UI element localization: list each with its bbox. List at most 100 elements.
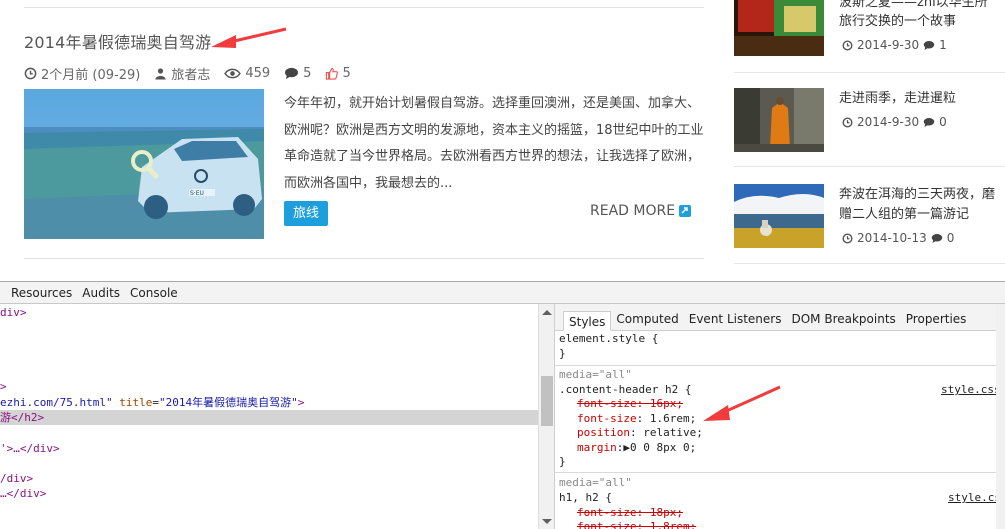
dom-line[interactable]: …</div> bbox=[0, 486, 46, 501]
selected-node-highlight bbox=[0, 410, 538, 425]
clock-icon bbox=[842, 232, 853, 244]
tab-audits[interactable]: Audits bbox=[77, 286, 125, 300]
post-date-text: 2个月前 (09-29) bbox=[41, 68, 141, 83]
styles-scrollbar[interactable] bbox=[996, 304, 1005, 529]
screen: 2014年暑假德瑞奥自驾游 2个月前 (09-29) 旅者志 459 5 5 S… bbox=[0, 0, 1005, 529]
post-likes[interactable]: 5 bbox=[325, 66, 351, 81]
sidebar-post-1-comments: 1 bbox=[939, 38, 947, 52]
tab-computed[interactable]: Computed bbox=[611, 309, 683, 329]
rule-selector[interactable]: h1, h2 { bbox=[559, 491, 612, 506]
elements-tree: div> > ezhi.com/75.html" title="2014年暑假德… bbox=[0, 304, 538, 529]
sidebar-post-3-thumbnail[interactable] bbox=[734, 184, 824, 248]
dom-line[interactable]: ezhi.com/75.html" title="2014年暑假德瑞奥自驾游"> bbox=[0, 395, 304, 410]
css-property[interactable]: margin:▶0 0 8px 0; bbox=[577, 441, 696, 456]
divider bbox=[734, 72, 1005, 73]
divider bbox=[24, 7, 704, 8]
dom-line-selected[interactable]: 游</h2> bbox=[0, 410, 44, 425]
category-tag[interactable]: 旅线 bbox=[284, 201, 328, 226]
comment-icon bbox=[285, 67, 299, 80]
scroll-down-icon[interactable] bbox=[542, 519, 552, 524]
post-comments[interactable]: 5 bbox=[284, 66, 311, 81]
sidebar-post-2[interactable]: 走进雨季，走进暹粒 2014-9-30 0 bbox=[734, 88, 1005, 154]
sidebar-post-3-title-line2[interactable]: 赠二人组的第一篇游记 bbox=[839, 204, 1005, 226]
sidebar-post-3-date: 2014-10-13 bbox=[857, 231, 927, 245]
post-meta: 2个月前 (09-29) 旅者志 459 5 5 bbox=[24, 64, 365, 83]
user-icon bbox=[155, 68, 166, 80]
eye-icon bbox=[224, 68, 242, 79]
sidebar-post-2-comments: 0 bbox=[939, 115, 947, 129]
post-thumbnail[interactable]: S·EU bbox=[24, 89, 264, 239]
media-label: media="all" bbox=[559, 368, 632, 381]
elements-scrollbar[interactable] bbox=[538, 304, 555, 529]
clock-icon bbox=[842, 116, 853, 128]
attr-name: title bbox=[119, 396, 153, 409]
post-title[interactable]: 2014年暑假德瑞奥自驾游 bbox=[24, 29, 211, 53]
sidebar-post-3-title-line1[interactable]: 奔波在洱海的三天两夜，磨 bbox=[839, 184, 1005, 206]
tab-properties[interactable]: Properties bbox=[901, 309, 972, 329]
sidebar-post-3-comments: 0 bbox=[946, 231, 955, 245]
sidebar-post-2-meta: 2014-9-30 0 bbox=[842, 115, 947, 129]
post-author-text: 旅者志 bbox=[171, 68, 211, 83]
sidebar-post-1[interactable]: 波斯之夏——zhī以华生所 旅行交换的一个故事 2014-9-30 1 bbox=[734, 0, 1005, 72]
post-comments-text: 5 bbox=[303, 66, 312, 81]
tab-console[interactable]: Console bbox=[125, 286, 183, 300]
sidebar-post-1-date: 2014-9-30 bbox=[857, 38, 920, 52]
divider bbox=[555, 365, 1005, 366]
devtools-toolbar: Resources Audits Console bbox=[0, 282, 1005, 304]
rule-selector[interactable]: .content-header h2 { bbox=[559, 383, 691, 398]
thumbs-up-icon bbox=[326, 67, 339, 80]
comment-icon bbox=[931, 233, 942, 243]
sidebar-post-1-thumbnail[interactable] bbox=[734, 0, 824, 56]
divider bbox=[734, 263, 1005, 264]
dom-line[interactable]: /div> bbox=[0, 471, 33, 486]
divider bbox=[24, 258, 704, 259]
read-more-label: READ MORE bbox=[590, 203, 676, 219]
annotation-arrow bbox=[211, 27, 287, 48]
sidebar-post-2-thumbnail[interactable] bbox=[734, 88, 824, 152]
divider bbox=[555, 472, 1005, 473]
css-property-overridden[interactable]: font-size: 1.8rem; bbox=[577, 520, 696, 529]
tab-event-listeners[interactable]: Event Listeners bbox=[684, 309, 787, 329]
tab-dom-breakpoints[interactable]: DOM Breakpoints bbox=[786, 309, 900, 329]
dom-line[interactable]: > bbox=[0, 379, 7, 394]
tab-resources[interactable]: Resources bbox=[6, 286, 77, 300]
sidebar-post-1-meta: 2014-9-30 1 bbox=[842, 38, 947, 52]
css-property-overridden[interactable]: font-size: 18px; bbox=[577, 506, 683, 521]
sidebar-post-1-title-line2[interactable]: 旅行交换的一个故事 bbox=[839, 11, 1005, 33]
annotation-arrow bbox=[703, 385, 781, 421]
divider bbox=[734, 166, 1005, 167]
sidebar-post-2-date: 2014-9-30 bbox=[857, 115, 920, 129]
devtools-panel: Resources Audits Console div> > ezhi.com… bbox=[0, 281, 1005, 529]
read-more-link[interactable]: READ MORE bbox=[590, 203, 692, 219]
sidebar-post-3[interactable]: 奔波在洱海的三天两夜，磨 赠二人组的第一篇游记 2014-10-13 0 bbox=[734, 184, 1005, 250]
comment-icon bbox=[923, 40, 935, 50]
scroll-up-icon[interactable] bbox=[542, 310, 552, 315]
media-label: media="all" bbox=[559, 476, 632, 489]
rule-close: } bbox=[559, 455, 566, 468]
post-excerpt: 今年年初，就开始计划暑假自驾游。选择重回澳洲，还是美国、加拿大、欧洲呢？欧洲是西… bbox=[284, 96, 704, 191]
source-link[interactable]: style.css bbox=[941, 383, 1001, 396]
dom-line[interactable]: '>…</div> bbox=[0, 441, 60, 456]
clock-icon bbox=[842, 39, 853, 51]
clock-icon bbox=[24, 67, 37, 80]
post-views: 459 bbox=[224, 66, 270, 81]
post-author[interactable]: 旅者志 bbox=[154, 64, 210, 83]
post-views-text: 459 bbox=[245, 66, 271, 81]
css-property[interactable]: position: relative; bbox=[577, 426, 703, 441]
sidebar-post-2-title[interactable]: 走进雨季，走进暹粒 bbox=[839, 88, 1005, 110]
styles-tabbar: Styles Computed Event Listeners DOM Brea… bbox=[555, 304, 1005, 331]
element-style-selector[interactable]: element.style { bbox=[559, 332, 658, 347]
href-value: ezhi.com/75.html bbox=[0, 396, 106, 409]
scrollbar-thumb[interactable] bbox=[541, 376, 553, 426]
external-link-icon bbox=[679, 205, 692, 217]
post-likes-text: 5 bbox=[342, 66, 351, 81]
tab-styles[interactable]: Styles bbox=[563, 311, 612, 331]
rule-close: } bbox=[559, 347, 566, 360]
post-date: 2个月前 (09-29) bbox=[24, 64, 140, 83]
sidebar-post-3-meta: 2014-10-13 0 bbox=[842, 231, 954, 245]
css-property-overridden[interactable]: font-size: 16px; bbox=[577, 397, 683, 412]
dom-line[interactable]: div> bbox=[0, 305, 27, 320]
license-plate: S·EU bbox=[190, 190, 204, 197]
post-thumbnail-image: S·EU bbox=[24, 89, 264, 239]
css-property[interactable]: font-size: 1.6rem; bbox=[577, 412, 696, 427]
